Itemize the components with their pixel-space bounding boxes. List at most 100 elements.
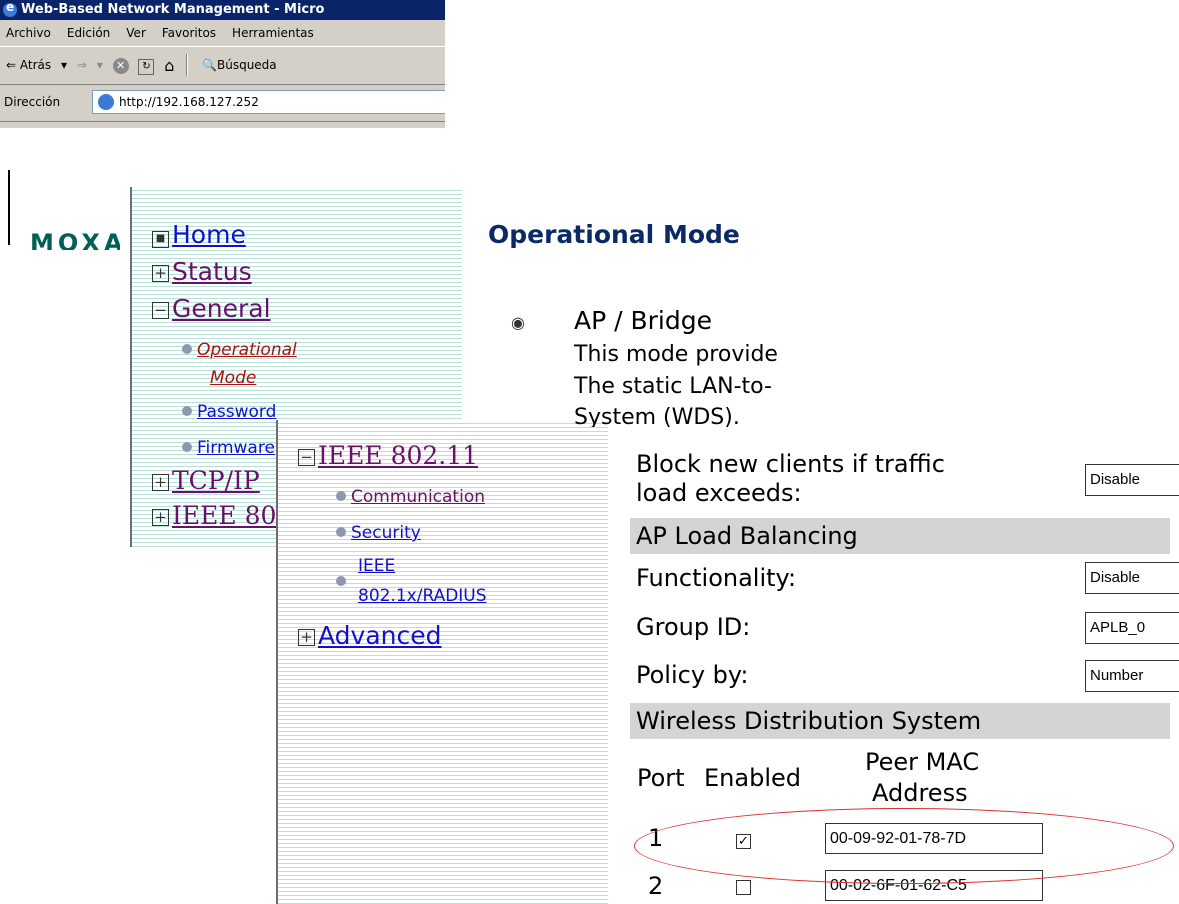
forward-button[interactable]: ⇒ bbox=[77, 47, 87, 84]
wds-enabled-checkbox[interactable]: ✓ bbox=[736, 834, 751, 849]
home-button[interactable]: ⌂ bbox=[164, 47, 174, 84]
refresh-button[interactable]: ↻ bbox=[138, 47, 155, 84]
nav-item-general[interactable]: − General bbox=[152, 293, 271, 325]
group-id-input[interactable]: APLB_0 bbox=[1085, 612, 1179, 644]
address-label: Dirección bbox=[4, 95, 61, 109]
ap-bridge-radio[interactable]: ◉ bbox=[511, 313, 525, 332]
address-url: http://192.168.127.252 bbox=[119, 95, 259, 109]
nav-sub-label[interactable]: Security bbox=[351, 523, 421, 543]
stop-icon: ✕ bbox=[112, 58, 129, 74]
nav-sub-communication[interactable]: Communication bbox=[336, 487, 485, 507]
refresh-icon: ↻ bbox=[138, 59, 155, 75]
nav-sub-label[interactable]: Operational bbox=[197, 340, 297, 360]
bullet-icon bbox=[182, 406, 192, 416]
expand-icon: + bbox=[152, 509, 169, 526]
window-title: Web-Based Network Management - Micro bbox=[21, 2, 325, 17]
functionality-label: Functionality: bbox=[636, 564, 797, 592]
forward-dropdown-arrow-icon[interactable]: ▾ bbox=[97, 47, 103, 84]
bullet-icon bbox=[336, 576, 346, 586]
nav-item-label[interactable]: TCP/IP bbox=[172, 466, 260, 495]
nav-item-home[interactable]: ■ Home bbox=[152, 219, 246, 251]
moxa-logo: MOXA bbox=[30, 229, 120, 250]
toolbar: ⇐ Atrás ▾ ⇒ ▾ ✕ ↻ ⌂ 🔍Búsqueda bbox=[0, 47, 445, 85]
nav-item-status[interactable]: + Status bbox=[152, 256, 252, 288]
nav-sub-radius-line1[interactable]: IEEE bbox=[358, 556, 395, 576]
wds-port-number: 1 bbox=[648, 824, 664, 852]
bullet-icon bbox=[336, 527, 346, 537]
wds-peer-mac-input[interactable]: 00-09-92-01-78-7D bbox=[825, 823, 1043, 854]
block-clients-select[interactable]: Disable bbox=[1085, 464, 1179, 496]
back-button[interactable]: ⇐ Atrás bbox=[6, 47, 51, 84]
page-title: Operational Mode bbox=[488, 220, 740, 249]
address-bar: Dirección http://192.168.127.252 bbox=[0, 85, 445, 122]
nav-sub-label[interactable]: Firmware bbox=[197, 438, 275, 458]
group-id-label: Group ID: bbox=[636, 613, 751, 641]
nav-sub-label[interactable]: Password bbox=[197, 402, 276, 422]
menu-bar: Archivo Edición Ver Favoritos Herramientas bbox=[0, 20, 445, 47]
toolbar-separator bbox=[186, 54, 189, 76]
window-titlebar: Web-Based Network Management - Micro bbox=[0, 0, 445, 20]
nav-item-advanced[interactable]: + Advanced bbox=[298, 620, 442, 652]
aplb-section-header: AP Load Balancing bbox=[630, 518, 1170, 554]
nav-sub-operational-mode-line2[interactable]: Mode bbox=[210, 368, 256, 388]
menu-archivo[interactable]: Archivo bbox=[0, 20, 59, 46]
expand-icon: + bbox=[298, 629, 315, 646]
collapse-icon: − bbox=[152, 302, 169, 319]
wds-col-peer-mac-2: Address bbox=[872, 779, 968, 807]
nav-sub-firmware[interactable]: Firmware bbox=[182, 438, 275, 458]
nav-sub-security[interactable]: Security bbox=[336, 523, 421, 543]
frame-left-border bbox=[8, 170, 10, 245]
nav-pane-ieee: − IEEE 802.11 Communication Security IEEE… bbox=[276, 420, 608, 904]
nav-item-label[interactable]: Home bbox=[172, 220, 246, 249]
search-button-label: Búsqueda bbox=[216, 58, 277, 72]
mode-description-line: This mode provide bbox=[574, 342, 778, 367]
nav-sub-label[interactable]: Mode bbox=[210, 368, 256, 388]
nav-sub-operational-mode[interactable]: Operational bbox=[182, 340, 297, 360]
nav-item-label[interactable]: Status bbox=[172, 257, 252, 286]
menu-herramientas[interactable]: Herramientas bbox=[224, 20, 322, 46]
nav-sub-password[interactable]: Password bbox=[182, 402, 276, 422]
nav-sub-label[interactable]: IEEE bbox=[358, 556, 395, 576]
expand-icon: + bbox=[152, 265, 169, 282]
policy-select[interactable]: Number bbox=[1085, 660, 1179, 692]
menu-edicion[interactable]: Edición bbox=[59, 20, 118, 46]
nav-item-label[interactable]: Advanced bbox=[318, 621, 442, 650]
mode-name: AP / Bridge bbox=[574, 306, 712, 335]
menu-favoritos[interactable]: Favoritos bbox=[154, 20, 224, 46]
wds-col-port: Port bbox=[637, 764, 685, 792]
home-square-icon: ■ bbox=[152, 231, 169, 248]
bullet-icon bbox=[182, 442, 192, 452]
expand-icon: + bbox=[152, 474, 169, 491]
nav-item-label[interactable]: General bbox=[172, 294, 271, 323]
wds-col-peer-mac: Peer MAC bbox=[865, 748, 980, 776]
search-button[interactable]: 🔍Búsqueda bbox=[202, 47, 277, 84]
wds-col-enabled: Enabled bbox=[704, 764, 801, 792]
nav-sub-label[interactable]: 802.1x/RADIUS bbox=[358, 586, 487, 606]
wds-enabled-checkbox[interactable] bbox=[736, 880, 751, 895]
page-icon bbox=[98, 94, 114, 110]
nav-sub-radius-line2[interactable]: 802.1x/RADIUS bbox=[358, 586, 487, 606]
block-clients-label-2: load exceeds: bbox=[636, 479, 802, 507]
back-dropdown-arrow-icon[interactable]: ▾ bbox=[61, 47, 67, 84]
menu-ver[interactable]: Ver bbox=[118, 20, 154, 46]
nav-sub-label[interactable]: Communication bbox=[351, 487, 485, 507]
search-icon: 🔍 bbox=[202, 58, 217, 72]
wds-peer-mac-input[interactable]: 00-02-6F-01-62-C5 bbox=[825, 870, 1043, 901]
address-input[interactable]: http://192.168.127.252 bbox=[92, 90, 445, 114]
block-clients-label: Block new clients if traffic bbox=[636, 450, 945, 478]
nav-sub-radius-bullet bbox=[336, 572, 351, 592]
nav-item-tcpip[interactable]: + TCP/IP bbox=[152, 465, 260, 497]
nav-item-label[interactable]: IEEE 802.11 bbox=[318, 441, 478, 470]
mode-description-line: The static LAN-to- bbox=[574, 374, 772, 399]
collapse-icon: − bbox=[298, 449, 315, 466]
stop-button[interactable]: ✕ bbox=[112, 47, 129, 84]
mode-description-line: System (WDS). bbox=[574, 405, 740, 427]
functionality-select[interactable]: Disable bbox=[1085, 562, 1179, 594]
bullet-icon bbox=[336, 491, 346, 501]
wds-port-number: 2 bbox=[648, 872, 664, 900]
chrome-bottom-edge bbox=[0, 122, 445, 128]
bullet-icon bbox=[182, 344, 192, 354]
nav-item-ieee-80211[interactable]: − IEEE 802.11 bbox=[298, 440, 478, 472]
ie-logo-icon bbox=[3, 0, 17, 17]
policy-label: Policy by: bbox=[636, 661, 749, 689]
